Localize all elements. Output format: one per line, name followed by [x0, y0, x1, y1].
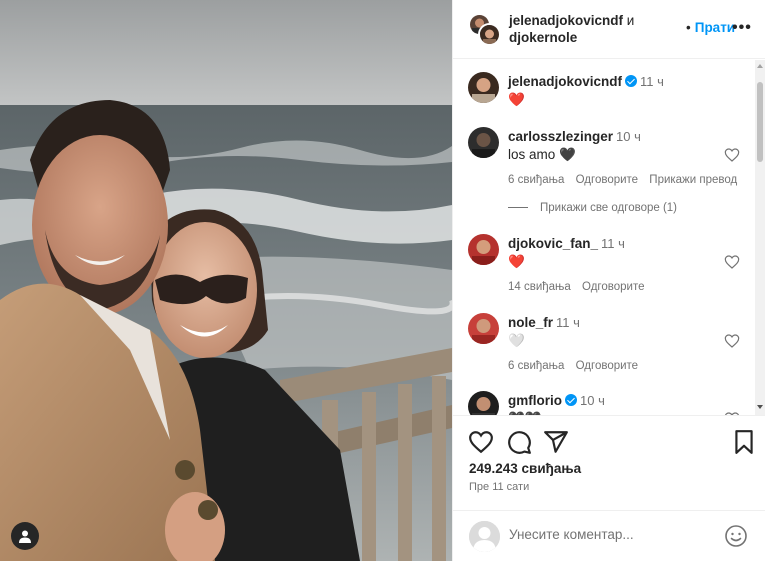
comment-like-heart-icon[interactable] — [724, 333, 740, 349]
collab-avatars[interactable] — [468, 13, 502, 47]
comment-time: 11 ч — [556, 315, 580, 330]
follow-label: Прати — [694, 20, 736, 35]
share-icon[interactable] — [543, 429, 569, 455]
comment-meta: 6 свиђања Одговорите — [508, 360, 646, 372]
view-replies-button[interactable]: Прикажи све одговоре (1) — [508, 202, 677, 214]
comment-likes[interactable]: 6 свиђања — [508, 174, 564, 186]
comment-likes[interactable]: 14 свиђања — [508, 281, 571, 293]
collab-names: jelenadjokovicndf и djokernole — [509, 12, 634, 46]
avatar[interactable] — [468, 313, 499, 344]
comment-username[interactable]: djokovic_fan_ 11 ч — [508, 236, 625, 251]
bookmark-icon[interactable] — [731, 429, 757, 455]
scroll-up-arrow-icon[interactable] — [757, 64, 763, 68]
comment-likes[interactable]: 6 свиђања — [508, 360, 564, 372]
comment-like-heart-icon[interactable] — [724, 147, 740, 163]
comment-time: 10 ч — [580, 393, 605, 408]
avatar[interactable] — [468, 72, 499, 103]
divider — [508, 207, 528, 208]
likes-count[interactable]: 249.243 свиђања — [469, 461, 581, 476]
separator-dot: • — [686, 20, 691, 35]
comment-meta: 14 свиђања Одговорите — [508, 281, 653, 293]
comment-icon[interactable] — [506, 429, 532, 455]
post-dialog: jelenadjokovicndf и djokernole • Прати ••… — [0, 0, 765, 561]
header-username-2[interactable]: djokernole — [509, 30, 577, 45]
post-photo[interactable] — [0, 0, 452, 561]
user-tag-button[interactable] — [11, 522, 39, 550]
header-conjunction: и — [626, 13, 635, 28]
post-header: jelenadjokovicndf и djokernole • Прати ••… — [453, 0, 765, 59]
scroll-down-arrow-icon[interactable] — [757, 405, 763, 409]
comment-like-heart-icon[interactable] — [724, 254, 740, 270]
comment-time: 11 ч — [640, 74, 664, 89]
translate-button[interactable]: Прикажи превод — [649, 174, 737, 186]
verified-badge-icon — [625, 75, 638, 87]
reply-button[interactable]: Одговорите — [582, 281, 644, 293]
avatar[interactable] — [468, 391, 499, 415]
comment-text: 🤍 — [508, 333, 525, 348]
comments-list[interactable]: jelenadjokovicndf 11 ч ❤️ carlosszlezinge… — [453, 60, 765, 415]
photo-image — [0, 0, 452, 561]
follow-button[interactable]: • Прати — [686, 20, 735, 35]
avatar[interactable] — [468, 127, 499, 158]
comment-text: ❤️ — [508, 92, 525, 107]
header-username-1[interactable]: jelenadjokovicndf — [509, 13, 623, 28]
comment-input[interactable] — [509, 527, 709, 542]
post-side-panel: jelenadjokovicndf и djokernole • Прати ••… — [452, 0, 765, 561]
comment-time: 10 ч — [616, 129, 641, 144]
heart-icon[interactable] — [468, 429, 494, 455]
comment-username[interactable]: jelenadjokovicndf 11 ч — [508, 74, 664, 89]
scroll-thumb[interactable] — [757, 82, 763, 162]
comment-text: los amo 🖤 — [508, 147, 576, 162]
comment-composer — [453, 510, 765, 561]
comment-username[interactable]: gmflorio 10 ч — [508, 393, 605, 408]
comment-text: ❤️ — [508, 254, 525, 269]
emoji-icon[interactable] — [724, 524, 748, 548]
avatar[interactable] — [468, 234, 499, 265]
comment-time: 11 ч — [601, 236, 625, 251]
more-options-icon[interactable]: ••• — [732, 19, 752, 37]
verified-badge-icon — [565, 394, 577, 406]
comment-username[interactable]: carlosszlezinger 10 ч — [508, 129, 641, 144]
comment-username[interactable]: nole_fr 11 ч — [508, 315, 580, 330]
comment-meta: 6 свиђања Одговорите Прикажи превод — [508, 174, 745, 186]
post-actions: 249.243 свиђања Пре 11 сати — [453, 415, 765, 505]
reply-button[interactable]: Одговорите — [576, 174, 638, 186]
reply-button[interactable]: Одговорите — [576, 360, 638, 372]
user-tag-icon — [19, 530, 31, 543]
post-time: Пре 11 сати — [469, 481, 530, 493]
avatar — [478, 23, 501, 46]
avatar — [469, 521, 500, 552]
comments-scrollbar[interactable] — [755, 60, 765, 415]
